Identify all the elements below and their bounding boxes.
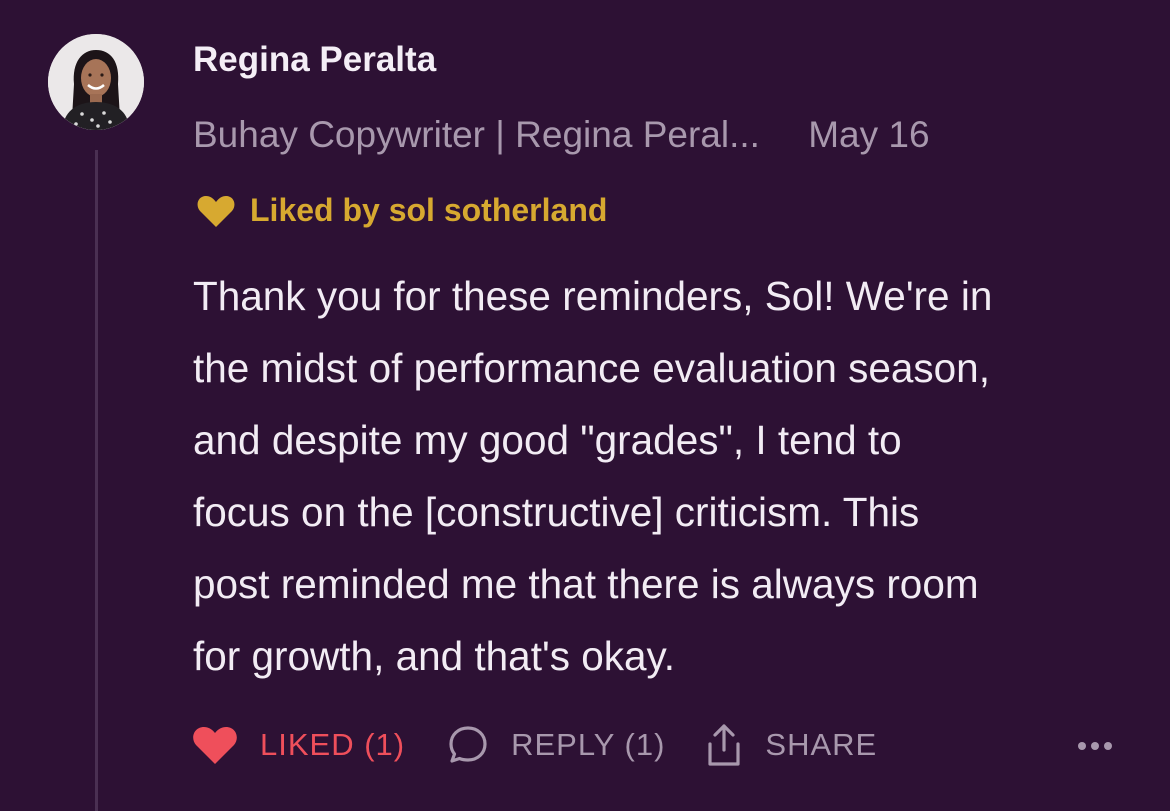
avatar[interactable] [48, 34, 144, 130]
publication-name[interactable]: Buhay Copywriter | Regina Peral... [193, 114, 760, 155]
thread-line [95, 150, 98, 811]
liked-by-text: Liked by sol sotherland [250, 192, 608, 228]
author-name[interactable]: Regina Peralta [193, 40, 436, 80]
reply-button[interactable]: REPLY (1) [447, 724, 665, 766]
share-button[interactable]: SHARE [705, 722, 877, 768]
liked-by-badge: Liked by sol sotherland [196, 192, 607, 229]
comment-meta: Buhay Copywriter | Regina Peral... May 1… [193, 114, 930, 156]
comment-line: and despite my good "grades", I tend to [193, 417, 902, 463]
reply-label: REPLY (1) [511, 727, 666, 762]
heart-icon [193, 727, 237, 764]
comment-line: focus on the [constructive] criticism. T… [193, 489, 920, 535]
speech-bubble-icon [449, 726, 487, 763]
like-label: LIKED (1) [260, 727, 406, 762]
like-button[interactable]: LIKED (1) [192, 724, 405, 766]
comment-body: Thank you for these reminders, Sol! We'r… [193, 260, 1153, 692]
comment-line: Thank you for these reminders, Sol! We'r… [193, 273, 993, 319]
comment-date[interactable]: May 16 [808, 114, 929, 155]
comment-line: for growth, and that's okay. [193, 633, 675, 679]
avatar-photo [48, 34, 144, 130]
heart-icon [197, 195, 235, 227]
share-icon [708, 724, 741, 766]
comment-line: the midst of performance evaluation seas… [193, 345, 990, 391]
comment-actions: LIKED (1) REPLY (1) SHARE [192, 718, 877, 772]
more-horizontal-icon [1078, 742, 1112, 750]
comment-line: post reminded me that there is always ro… [193, 561, 979, 607]
share-label: SHARE [765, 727, 878, 762]
more-options-button[interactable] [1070, 726, 1120, 766]
